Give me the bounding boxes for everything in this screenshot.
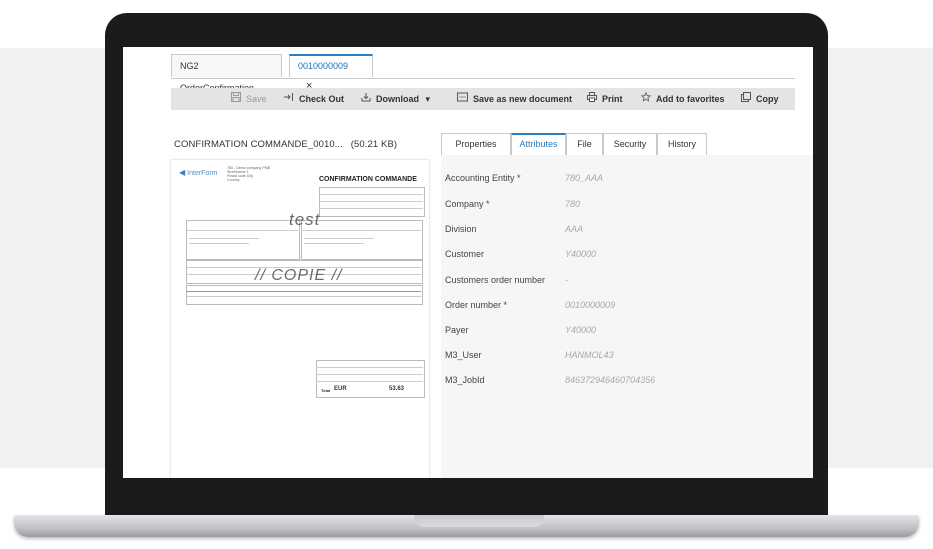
floppy-disk-icon: [231, 89, 241, 111]
document-size: (50.21 KB): [350, 139, 398, 150]
preview-totals-box: [316, 360, 425, 398]
document-name: CONFIRMATION COMMANDE_0010...: [174, 139, 343, 150]
tab-document-0010000009[interactable]: 0010000009 ×: [289, 54, 373, 92]
preview-total-currency: EUR: [334, 386, 347, 392]
chevron-down-icon: ▾: [425, 94, 431, 104]
attribute-value[interactable]: Y40000: [565, 321, 596, 339]
pdf-file-icon: [457, 89, 468, 111]
attribute-row: Accounting Entity * 780_AAA: [441, 169, 813, 187]
preview-logo: ◀ InterForm: [179, 168, 218, 177]
preview-line: [186, 291, 421, 292]
tab-history[interactable]: History: [657, 133, 707, 155]
toolbar: Save Check Out Download ▾ Save as new do…: [171, 88, 795, 110]
check-out-icon: [283, 89, 294, 111]
document-preview[interactable]: ◀ InterForm 780 - Demo company PMB Street…: [171, 160, 429, 478]
attribute-label: M3_User: [445, 350, 482, 360]
preview-address-block: [186, 220, 300, 260]
save-as-new-document-button[interactable]: Save as new document: [457, 88, 572, 110]
preview-heading: CONFIRMATION COMMANDE: [319, 176, 417, 183]
attribute-row: Order number * 0010000009: [441, 296, 813, 314]
star-icon: [640, 89, 652, 111]
print-button[interactable]: Print: [587, 88, 623, 110]
preview-line: [304, 238, 374, 239]
company-line: Country: [227, 178, 240, 182]
attribute-label: Customers order number: [445, 275, 546, 285]
attribute-row: Company * 780: [441, 195, 813, 213]
tab-file[interactable]: File: [566, 133, 603, 155]
download-icon: [361, 89, 371, 111]
attribute-row: M3_JobId 846372946460704356: [441, 371, 813, 389]
attribute-label: M3_JobId: [445, 375, 485, 385]
logo-icon: ◀: [179, 168, 186, 177]
tab-ng2-orderconfirmation[interactable]: NG2 OrderConfirmation: [171, 54, 282, 93]
tab-properties[interactable]: Properties: [441, 133, 511, 155]
document-tab-bar: NG2 OrderConfirmation 0010000009 ×: [171, 54, 795, 93]
panel-tab-bar: Properties Attributes File Security Hist…: [441, 133, 801, 156]
attributes-panel: Accounting Entity * 780_AAA Company * 78…: [441, 155, 813, 478]
check-out-button[interactable]: Check Out: [283, 88, 344, 110]
attribute-value[interactable]: -: [565, 271, 568, 289]
preview-items-table: [186, 285, 423, 305]
preview-line: [304, 243, 364, 244]
add-to-favorites-button[interactable]: Add to favorites: [640, 88, 725, 111]
check-out-label: Check Out: [299, 94, 345, 104]
attribute-row: Customer Y40000: [441, 245, 813, 263]
attribute-label: Accounting Entity *: [445, 173, 521, 183]
save-button[interactable]: Save: [231, 88, 267, 110]
attribute-row: Customers order number -: [441, 271, 813, 289]
preview-line: [189, 238, 259, 239]
tab-security[interactable]: Security: [603, 133, 657, 155]
preview-line: [186, 296, 421, 297]
preview-line: [319, 194, 423, 195]
save-as-new-label: Save as new document: [473, 94, 573, 104]
watermark-copie: // COPIE //: [255, 267, 343, 284]
attribute-value[interactable]: Y40000: [565, 245, 596, 263]
print-label: Print: [602, 94, 623, 104]
preview-line: [316, 367, 423, 368]
preview-line: [186, 230, 298, 231]
attribute-value[interactable]: 780_AAA: [565, 169, 603, 187]
preview-info-grid: [319, 187, 425, 217]
preview-line: [319, 201, 423, 202]
tab-attributes[interactable]: Attributes: [511, 133, 566, 155]
save-label: Save: [246, 94, 267, 104]
copy-button[interactable]: Copy: [741, 88, 779, 110]
preview-line: [189, 243, 249, 244]
attribute-value[interactable]: 846372946460704356: [565, 371, 655, 389]
attribute-label: Division: [445, 224, 477, 234]
logo-text: InterForm: [187, 170, 218, 177]
attribute-row: M3_User HANMOL43: [441, 346, 813, 364]
laptop-notch: [414, 515, 544, 527]
attribute-row: Payer Y40000: [441, 321, 813, 339]
preview-line: [316, 381, 423, 382]
attribute-label: Payer: [445, 325, 469, 335]
tab-label: 0010000009: [298, 61, 349, 71]
app-screen: NG2 OrderConfirmation 0010000009 × Save …: [123, 47, 813, 478]
preview-total-label: Total: [321, 388, 331, 393]
preview-line: [319, 208, 423, 209]
attribute-label: Order number *: [445, 300, 508, 310]
attribute-label: Company *: [445, 199, 490, 209]
document-title: CONFIRMATION COMMANDE_0010... (50.21 KB): [174, 139, 397, 150]
attribute-row: Division AAA: [441, 220, 813, 238]
download-label: Download: [376, 94, 419, 104]
preview-total-value: 53.63: [389, 386, 405, 392]
add-to-favorites-label: Add to favorites: [656, 94, 725, 104]
attribute-label: Customer: [445, 249, 485, 259]
copy-label: Copy: [756, 94, 779, 104]
attribute-value[interactable]: AAA: [565, 220, 583, 238]
copy-icon: [741, 89, 751, 111]
watermark-test: test: [289, 210, 321, 229]
preview-company-address: 780 - Demo company PMB Streetname 1 Post…: [227, 166, 270, 182]
attribute-value[interactable]: HANMOL43: [565, 346, 614, 364]
preview-line: [301, 230, 421, 231]
attribute-value[interactable]: 0010000009: [565, 296, 615, 314]
attribute-value[interactable]: 780: [565, 195, 580, 213]
printer-icon: [587, 89, 597, 111]
preview-line: [316, 374, 423, 375]
download-button[interactable]: Download ▾: [361, 88, 430, 110]
